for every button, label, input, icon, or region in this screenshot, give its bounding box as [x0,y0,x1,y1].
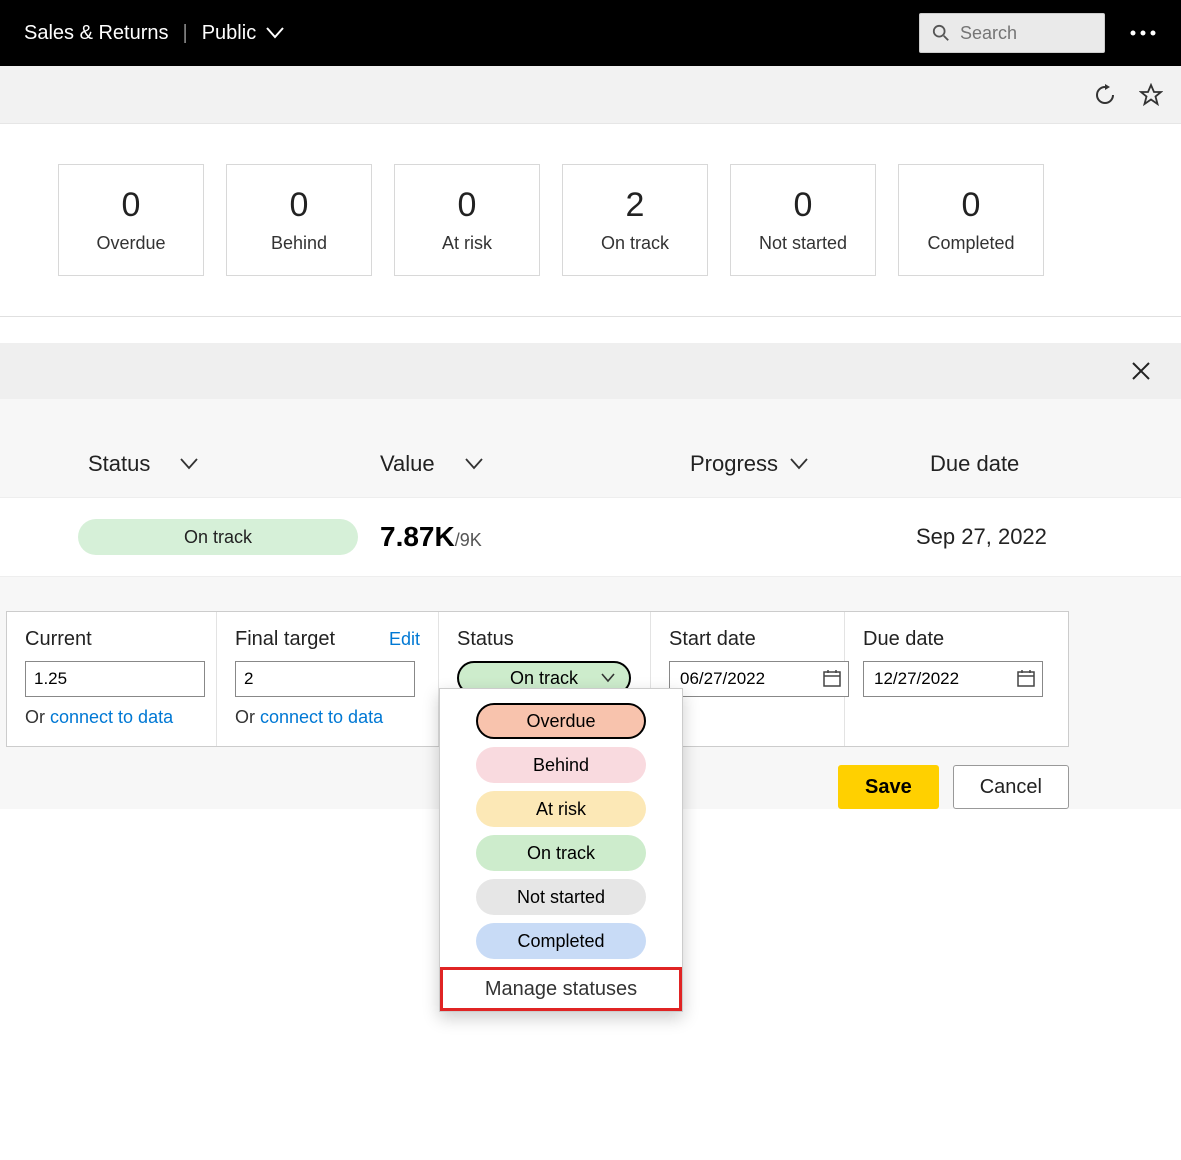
connect-line: Or connect to data [25,707,198,728]
status-option-overdue[interactable]: Overdue [476,703,646,739]
row-status-cell: On track [0,519,380,555]
form-status-column: Status On track Overdue Behind At risk O… [439,612,651,746]
scope-label: Public [202,22,256,45]
column-status[interactable]: Status [0,451,380,477]
workspace-title: Sales & Returns [24,22,169,45]
status-dropdown: Overdue Behind At risk On track Not star… [439,688,683,1012]
star-icon[interactable] [1139,83,1163,107]
details-panel: Status Value Progress Due date On track … [0,343,1181,809]
manage-statuses-button[interactable]: Manage statuses [440,967,682,1011]
search-input[interactable] [960,23,1092,44]
search-box[interactable] [919,13,1105,53]
final-target-input[interactable] [235,661,415,697]
due-date-input[interactable] [863,661,1043,697]
close-icon[interactable] [1131,361,1151,381]
refresh-icon[interactable] [1093,83,1117,107]
card-overdue[interactable]: 0 Overdue [58,164,204,276]
card-not-started[interactable]: 0 Not started [730,164,876,276]
status-summary-section: 0 Overdue 0 Behind 0 At risk 2 On track … [0,124,1181,317]
card-value: 0 [122,186,141,225]
status-selected-label: On track [510,668,578,689]
status-option-not-started[interactable]: Not started [476,879,646,915]
status-option-at-risk[interactable]: At risk [476,791,646,827]
edit-form: Current Or connect to data Final target … [6,611,1069,747]
column-headers: Status Value Progress Due date [0,399,1181,497]
row-due-date-cell: Sep 27, 2022 [910,524,1181,550]
metric-row[interactable]: On track 7.87K/9K Sep 27, 2022 [0,497,1181,577]
status-pill-on-track: On track [78,519,358,555]
card-value: 0 [794,186,813,225]
card-behind[interactable]: 0 Behind [226,164,372,276]
card-label: At risk [442,233,492,254]
card-value: 0 [290,186,309,225]
chevron-down-icon [465,458,483,470]
cancel-button[interactable]: Cancel [953,765,1069,809]
card-label: On track [601,233,669,254]
card-label: Completed [927,233,1014,254]
card-completed[interactable]: 0 Completed [898,164,1044,276]
current-input[interactable] [25,661,205,697]
calendar-icon[interactable] [1017,669,1035,687]
card-on-track[interactable]: 2 On track [562,164,708,276]
chevron-down-icon [790,458,808,470]
connect-to-data-link[interactable]: connect to data [50,707,173,727]
current-label: Current [25,628,92,651]
form-due-date-column: Due date [845,612,1039,746]
status-cards: 0 Overdue 0 Behind 0 At risk 2 On track … [0,164,1181,276]
card-at-risk[interactable]: 0 At risk [394,164,540,276]
sub-toolbar [0,66,1181,124]
search-icon [932,24,950,42]
value-main: 7.87K [380,521,455,553]
column-due-date[interactable]: Due date [910,451,1181,477]
workspace-breadcrumb: Sales & Returns | Public [24,22,284,45]
due-date-label: Due date [863,628,944,651]
card-label: Not started [759,233,847,254]
status-option-behind[interactable]: Behind [476,747,646,783]
edit-link[interactable]: Edit [389,629,420,650]
form-target-column: Final target Edit Or connect to data [217,612,439,746]
card-value: 0 [458,186,477,225]
row-value-cell: 7.87K/9K [380,521,690,553]
status-option-on-track[interactable]: On track [476,835,646,871]
final-target-label: Final target [235,628,335,651]
more-options-icon[interactable] [1129,29,1157,37]
connect-prefix: Or [235,707,260,727]
panel-header [0,343,1181,399]
card-value: 2 [626,186,645,225]
connect-to-data-link[interactable]: connect to data [260,707,383,727]
connect-prefix: Or [25,707,50,727]
save-button[interactable]: Save [838,765,939,809]
breadcrumb-separator: | [183,22,188,45]
column-label: Value [380,451,435,477]
card-label: Behind [271,233,327,254]
topbar-right [919,13,1157,53]
start-date-input[interactable] [669,661,849,697]
column-label: Due date [930,451,1019,476]
scope-dropdown[interactable]: Public [202,22,284,45]
value-denominator: /9K [455,530,482,551]
column-value[interactable]: Value [380,451,690,477]
calendar-icon[interactable] [823,669,841,687]
chevron-down-icon [180,458,198,470]
start-date-label: Start date [669,628,756,651]
card-label: Overdue [96,233,165,254]
column-progress[interactable]: Progress [690,451,910,477]
chevron-down-icon [266,27,284,39]
status-option-completed[interactable]: Completed [476,923,646,959]
column-label: Status [88,451,150,477]
status-label: Status [457,628,514,651]
card-value: 0 [962,186,981,225]
form-current-column: Current Or connect to data [7,612,217,746]
chevron-down-icon [601,673,615,683]
column-label: Progress [690,451,778,477]
top-bar: Sales & Returns | Public [0,0,1181,66]
connect-line: Or connect to data [235,707,420,728]
